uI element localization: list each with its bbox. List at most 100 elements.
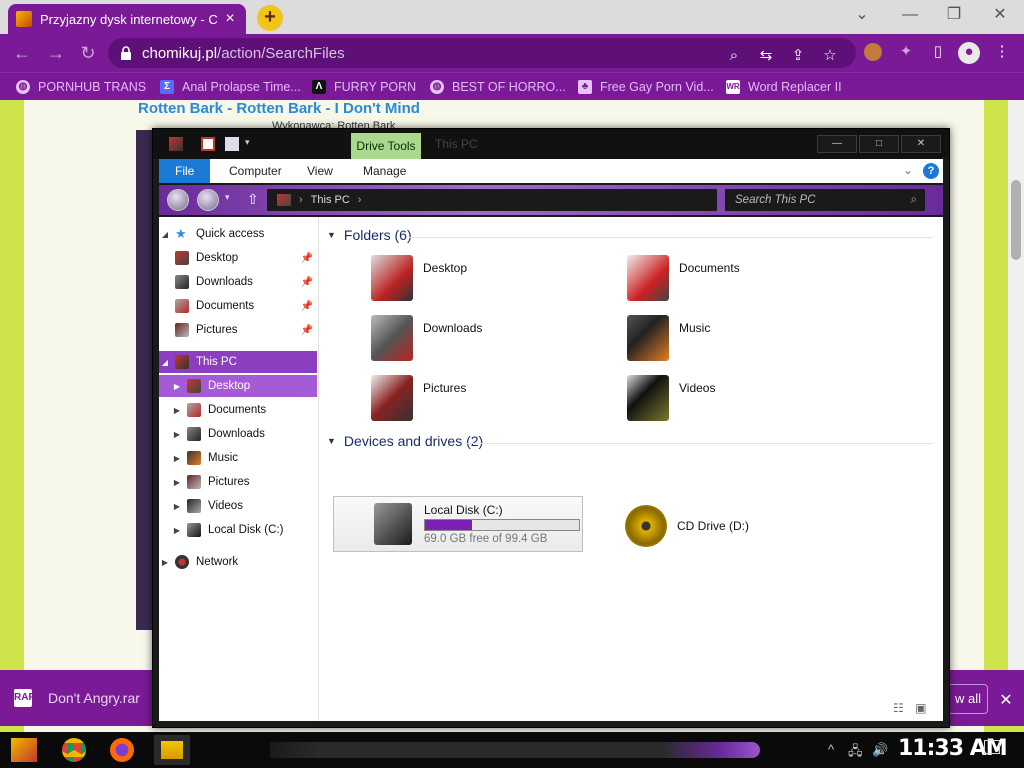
pin-icon[interactable]: 📌 [301,301,313,312]
nav-network[interactable]: ▶ Network [159,551,317,573]
breadcrumb-this-pc[interactable]: This PC [311,189,350,211]
back-button[interactable]: ← [10,42,34,64]
download-item[interactable]: RAR Don't Angry.rar [14,684,140,712]
explorer-close-button[interactable]: ✕ [901,135,941,153]
tab-view[interactable]: View [297,159,343,183]
folder-music[interactable]: Music [627,315,837,367]
search-input[interactable]: Search This PC ⌕ [725,189,925,211]
folder-documents[interactable]: Documents [627,255,837,307]
collapsed-arrow-icon[interactable]: ▶ [171,502,183,511]
new-folder-icon[interactable] [225,137,239,151]
start-button[interactable] [6,735,42,765]
explorer-titlebar[interactable]: ▾ Drive Tools This PC — □ ✕ [153,129,949,159]
nav-pc-documents[interactable]: ▶ Documents [159,399,317,421]
tab-file[interactable]: File [159,159,211,183]
expanded-arrow-icon[interactable]: ◢ [159,230,171,239]
show-hidden-icons-icon[interactable]: ^ [828,742,834,757]
forward-button[interactable]: → [44,42,68,64]
close-tab-icon[interactable]: × [222,10,238,28]
nav-quick-documents[interactable]: Documents 📌 [159,295,317,317]
page-heading[interactable]: Rotten Bark - Rotten Bark - I Don't Mind [138,100,420,117]
page-scrollbar[interactable] [1008,100,1024,670]
bookmark-item[interactable]: ◍ BEST OF HORRO... [430,78,566,96]
address-field[interactable]: › This PC › [267,189,717,211]
bookmark-item[interactable]: ♣ Free Gay Porn Vid... [578,78,714,96]
tab-search-chevron-icon[interactable]: ⌄ [842,4,882,26]
firefox-taskbar-button[interactable] [104,735,140,765]
close-window-button[interactable]: ✕ [980,4,1020,26]
new-tab-button[interactable]: + [257,5,283,31]
nav-quick-access[interactable]: ◢ ★ Quick access [159,223,317,245]
profile-extension-icon[interactable] [864,43,882,61]
nav-pc-pictures[interactable]: ▶ Pictures [159,471,317,493]
bookmark-item[interactable]: WR Word Replacer II [726,78,842,96]
collapsed-arrow-icon[interactable]: ▶ [171,382,183,391]
side-panel-icon[interactable]: ▯ [928,42,948,62]
forward-orb-button[interactable] [197,189,219,211]
collapsed-arrow-icon[interactable]: ▶ [171,406,183,415]
tab-computer[interactable]: Computer [219,159,292,183]
pin-icon[interactable]: 📌 [301,325,313,336]
nav-pc-videos[interactable]: ▶ Videos [159,495,317,517]
folder-downloads[interactable]: Downloads [371,315,581,367]
details-view-icon[interactable]: ☷ [893,701,904,715]
drive-tools-tab[interactable]: Drive Tools [351,133,421,159]
network-tray-icon[interactable]: 🖧 [848,742,863,764]
volume-icon[interactable]: 🔊 [872,742,888,758]
action-center-icon[interactable] [984,740,1000,754]
bookmark-item[interactable]: Σ Anal Prolapse Time... [160,78,301,96]
nav-pc-music[interactable]: ▶ Music [159,447,317,469]
breadcrumb-chevron-icon[interactable]: › [358,189,362,211]
collapsed-arrow-icon[interactable]: ▶ [171,430,183,439]
nav-quick-desktop[interactable]: Desktop 📌 [159,247,317,269]
pin-icon[interactable]: 📌 [301,277,313,288]
drive-local-disk-c[interactable]: Local Disk (C:) 69.0 GB free of 99.4 GB [333,496,583,552]
scroll-thumb[interactable] [1011,180,1021,260]
collapsed-arrow-icon[interactable]: ▶ [171,526,183,535]
bookmark-star-icon[interactable]: ☆ [820,46,840,66]
nav-quick-downloads[interactable]: Downloads 📌 [159,271,317,293]
folders-section-header[interactable]: ▼ Folders (6) [327,227,412,243]
bookmark-item[interactable]: ◍ PORNHUB TRANS [16,78,146,96]
breadcrumb-chevron-icon[interactable]: › [299,189,303,211]
nav-pc-desktop[interactable]: ▶ Desktop [159,375,317,397]
pin-icon[interactable]: 📌 [301,253,313,264]
expanded-arrow-icon[interactable]: ◢ [159,358,171,367]
close-download-bar-icon[interactable]: ✕ [996,690,1016,710]
collapse-chevron-icon[interactable]: ▼ [327,230,336,240]
help-icon[interactable]: ? [923,163,939,179]
drive-cd-d[interactable]: CD Drive (D:) [625,502,825,550]
nav-quick-pictures[interactable]: Pictures 📌 [159,319,317,341]
bookmark-item[interactable]: Λ FURRY PORN [312,78,416,96]
browser-tab-active[interactable]: Przyjazny dysk internetowy - C × [8,4,246,34]
collapsed-arrow-icon[interactable]: ▶ [171,454,183,463]
folder-desktop[interactable]: Desktop [371,255,581,307]
tab-manage[interactable]: Manage [353,159,416,183]
collapsed-arrow-icon[interactable]: ▶ [159,558,171,567]
back-orb-button[interactable] [167,189,189,211]
menu-kebab-icon[interactable]: ⋮ [992,42,1012,62]
collapse-chevron-icon[interactable]: ▼ [327,436,336,446]
collapsed-arrow-icon[interactable]: ▶ [171,478,183,487]
up-arrow-icon[interactable]: ⇧ [247,191,259,208]
nav-pc-downloads[interactable]: ▶ Downloads [159,423,317,445]
minimize-button[interactable]: — [890,4,930,26]
reload-button[interactable]: ↻ [76,42,100,64]
address-bar[interactable]: chomikuj.pl /action/SearchFiles ⌕ ⇆ ⇪ ☆ [108,38,856,68]
chrome-taskbar-button[interactable] [56,735,92,765]
profile-avatar[interactable]: ● [958,42,980,64]
expand-ribbon-icon[interactable]: ⌄ [903,163,913,177]
explorer-taskbar-button[interactable] [154,735,190,765]
properties-icon[interactable] [201,137,215,151]
folder-pictures[interactable]: Pictures [371,375,581,427]
folder-videos[interactable]: Videos [627,375,837,427]
explorer-maximize-button[interactable]: □ [859,135,899,153]
recent-locations-icon[interactable]: ▾ [225,192,230,203]
devices-section-header[interactable]: ▼ Devices and drives (2) [327,433,483,449]
extensions-icon[interactable]: ✦ [896,42,916,62]
nav-this-pc[interactable]: ◢ This PC [159,351,317,373]
translate-icon[interactable]: ⇆ [756,46,776,66]
nav-pc-local-disk[interactable]: ▶ Local Disk (C:) [159,519,317,541]
search-icon[interactable]: ⌕ [724,46,744,66]
share-icon[interactable]: ⇪ [788,46,808,66]
